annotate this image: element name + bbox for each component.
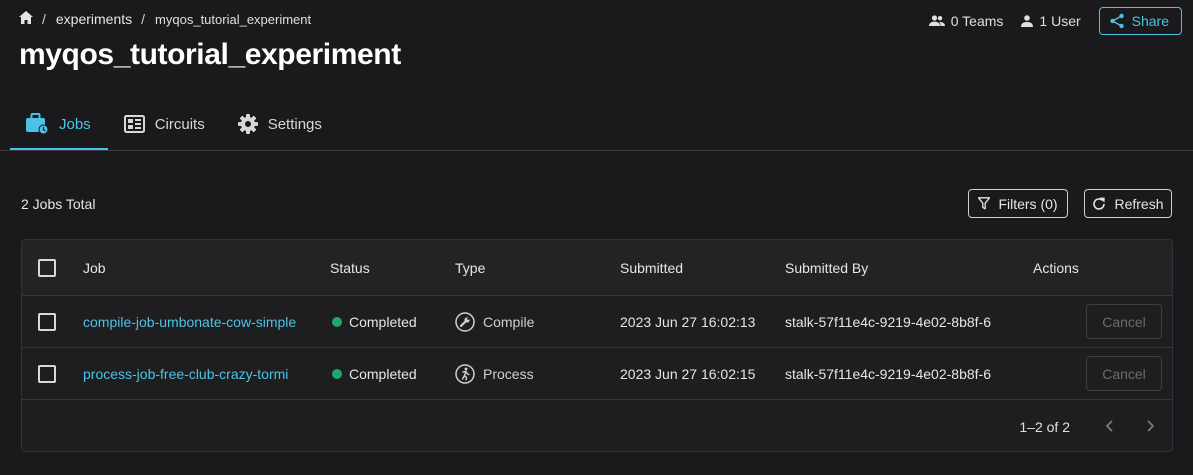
table-row: compile-job-umbonate-cow-simple Complete… bbox=[22, 296, 1172, 348]
filters-button[interactable]: Filters (0) bbox=[968, 189, 1068, 218]
teams-count[interactable]: 0 Teams bbox=[928, 13, 1004, 29]
pagination-range: 1–2 of 2 bbox=[1019, 419, 1070, 435]
teams-label: 0 Teams bbox=[950, 13, 1004, 29]
jobs-briefcase-icon bbox=[26, 113, 49, 135]
status-completed-dot bbox=[332, 316, 342, 327]
refresh-button[interactable]: Refresh bbox=[1084, 189, 1172, 218]
select-all-checkbox[interactable] bbox=[38, 258, 56, 277]
submitted-date: 2023 Jun 27 16:02:15 bbox=[620, 365, 756, 382]
column-header-submitted[interactable]: Submitted bbox=[620, 260, 683, 276]
breadcrumb-experiments[interactable]: experiments bbox=[56, 11, 132, 27]
gear-icon bbox=[237, 114, 258, 134]
type-label: Compile bbox=[483, 313, 535, 330]
filters-label: Filters (0) bbox=[998, 195, 1058, 212]
user-icon bbox=[1021, 15, 1034, 27]
page-title: myqos_tutorial_experiment bbox=[19, 38, 401, 71]
tab-bar: Jobs Circuits Settings bbox=[10, 98, 339, 150]
tab-circuits-label: Circuits bbox=[154, 115, 205, 133]
refresh-label: Refresh bbox=[1114, 195, 1164, 212]
tab-circuits[interactable]: Circuits bbox=[108, 98, 222, 150]
breadcrumb: / experiments / myqos_tutorial_experimen… bbox=[19, 11, 311, 27]
home-icon[interactable] bbox=[19, 11, 33, 27]
submitted-date: 2023 Jun 27 16:02:13 bbox=[620, 313, 756, 330]
circuits-icon bbox=[123, 115, 145, 133]
table-pagination: 1–2 of 2 bbox=[22, 401, 1172, 451]
breadcrumb-current: myqos_tutorial_experiment bbox=[155, 11, 312, 27]
tab-jobs-label: Jobs bbox=[59, 115, 91, 133]
job-link[interactable]: process-job-free-club-crazy-tormi bbox=[83, 366, 311, 382]
job-link[interactable]: compile-job-umbonate-cow-simple bbox=[83, 314, 311, 330]
column-header-job[interactable]: Job bbox=[83, 260, 106, 276]
type-label: Process bbox=[483, 365, 534, 382]
refresh-icon bbox=[1093, 196, 1106, 210]
status-badge: Completed bbox=[330, 314, 417, 330]
row-checkbox[interactable] bbox=[38, 312, 56, 331]
status-label: Completed bbox=[349, 313, 417, 330]
share-icon bbox=[1109, 13, 1124, 29]
wrench-icon bbox=[455, 311, 475, 332]
cancel-button[interactable]: Cancel bbox=[1086, 356, 1162, 391]
chevron-left-icon[interactable] bbox=[1103, 418, 1117, 437]
status-badge: Completed bbox=[330, 366, 417, 382]
row-checkbox[interactable] bbox=[38, 364, 56, 383]
share-button[interactable]: Share bbox=[1098, 7, 1182, 35]
tabs-divider bbox=[0, 150, 1193, 151]
job-type: Compile bbox=[455, 311, 535, 332]
table-header-row: Job Status Type Submitted Submitted By A… bbox=[22, 240, 1172, 296]
submitted-by: stalk-57f11e4c-9219-4e02-8b8f-6 bbox=[785, 365, 991, 382]
chevron-right-icon[interactable] bbox=[1143, 418, 1157, 437]
table-row: process-job-free-club-crazy-tormi Comple… bbox=[22, 348, 1172, 400]
cancel-button[interactable]: Cancel bbox=[1086, 304, 1162, 339]
runner-icon bbox=[455, 363, 475, 384]
teams-icon bbox=[928, 15, 945, 26]
users-count[interactable]: 1 User bbox=[1021, 13, 1081, 29]
tab-settings[interactable]: Settings bbox=[222, 98, 339, 150]
column-header-type[interactable]: Type bbox=[455, 260, 485, 276]
tab-jobs[interactable]: Jobs bbox=[10, 98, 108, 150]
share-label: Share bbox=[1131, 13, 1169, 29]
submitted-by: stalk-57f11e4c-9219-4e02-8b8f-6 bbox=[785, 313, 991, 330]
breadcrumb-separator: / bbox=[42, 11, 46, 27]
filter-icon bbox=[978, 197, 991, 210]
column-header-actions: Actions bbox=[1033, 259, 1079, 276]
status-completed-dot bbox=[332, 368, 342, 379]
column-header-status[interactable]: Status bbox=[330, 260, 370, 276]
breadcrumb-separator: / bbox=[141, 11, 146, 27]
job-type: Process bbox=[455, 363, 534, 384]
status-label: Completed bbox=[349, 365, 417, 382]
jobs-table: Job Status Type Submitted Submitted By A… bbox=[21, 239, 1173, 452]
jobs-total: 2 Jobs Total bbox=[21, 196, 96, 212]
tab-settings-label: Settings bbox=[267, 115, 322, 133]
column-header-submitted-by[interactable]: Submitted By bbox=[785, 260, 868, 276]
header-actions: 0 Teams 1 User Share bbox=[928, 7, 1182, 35]
users-label: 1 User bbox=[1039, 13, 1081, 29]
